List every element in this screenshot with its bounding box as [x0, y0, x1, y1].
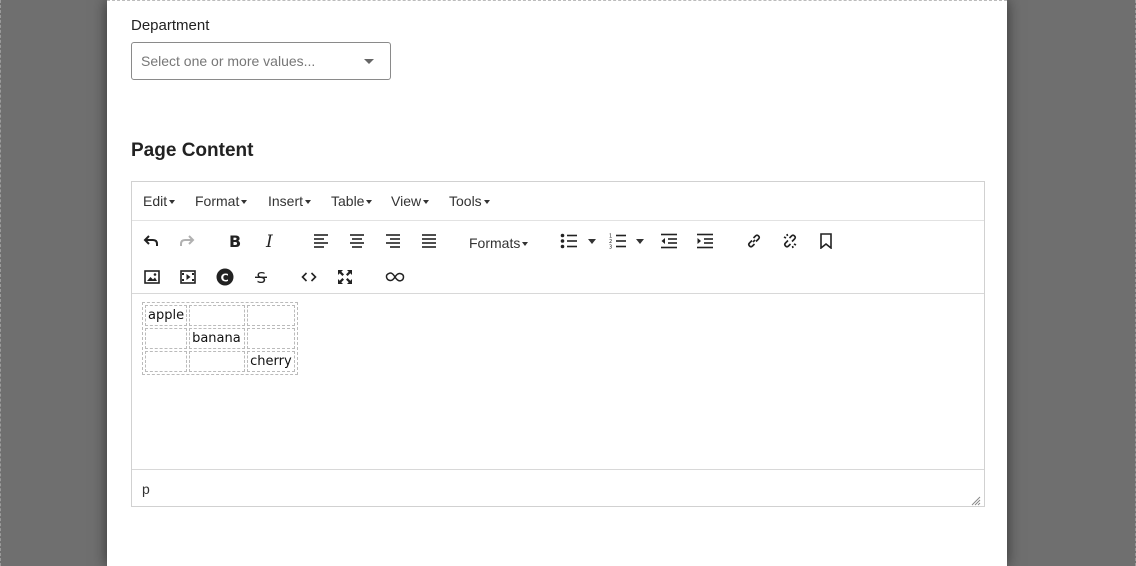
code-icon[interactable] [297, 265, 321, 289]
outdent-icon[interactable] [657, 229, 681, 253]
menu-edit[interactable]: Edit [143, 193, 176, 209]
table-cell[interactable]: apple [145, 305, 188, 326]
department-label: Department [131, 17, 210, 34]
menu-format[interactable]: Format [195, 193, 248, 209]
menu-format-label: Format [195, 193, 240, 209]
unlink-icon[interactable] [778, 229, 802, 253]
redo-icon[interactable] [175, 229, 199, 253]
department-placeholder: Select one or more values... [141, 53, 316, 69]
table-cell[interactable] [247, 305, 295, 326]
italic-icon[interactable]: I [259, 229, 283, 253]
modal-top-border [107, 0, 1007, 1]
media-icon[interactable] [176, 265, 200, 289]
table-row: banana [145, 328, 295, 349]
editor-menubar: Edit Format Insert Table View Tools [132, 182, 984, 221]
table-row: apple [145, 305, 295, 326]
bullet-list-options-caret[interactable] [587, 229, 597, 253]
link-icon[interactable] [742, 229, 766, 253]
menu-insert[interactable]: Insert [268, 193, 312, 209]
editor-toolbar: B I Formats 123 C S [132, 221, 984, 294]
numbered-list-options-caret[interactable] [635, 229, 645, 253]
strikethrough-icon[interactable]: S [249, 265, 273, 289]
svg-text:C: C [221, 271, 229, 284]
bullet-list-icon[interactable] [557, 229, 581, 253]
infinity-icon[interactable] [383, 265, 407, 289]
menu-tools-label: Tools [449, 193, 482, 209]
page-content-title: Page Content [131, 140, 254, 161]
editor-statusbar: p [132, 469, 984, 506]
svg-text:3: 3 [609, 245, 612, 250]
menu-tools[interactable]: Tools [449, 193, 490, 209]
content-table[interactable]: apple banana cherry [142, 302, 298, 375]
rich-text-editor: Edit Format Insert Table View Tools B I [131, 181, 985, 507]
undo-icon[interactable] [139, 229, 163, 253]
caret-down-icon [522, 242, 529, 247]
image-icon[interactable] [140, 265, 164, 289]
menu-table-label: Table [331, 193, 365, 209]
department-select[interactable]: Select one or more values... [131, 42, 391, 80]
caret-down-icon [423, 200, 430, 205]
align-center-icon[interactable] [345, 229, 369, 253]
resize-handle-icon[interactable] [971, 493, 981, 506]
bold-icon[interactable]: B [223, 229, 247, 253]
bookmark-icon[interactable] [814, 229, 838, 253]
table-cell[interactable] [145, 328, 188, 349]
table-cell[interactable] [189, 351, 246, 372]
menu-view[interactable]: View [391, 193, 430, 209]
menu-view-label: View [391, 193, 422, 209]
table-cell[interactable] [189, 305, 246, 326]
align-right-icon[interactable] [381, 229, 405, 253]
caret-down-icon [305, 200, 312, 205]
modal-dialog: Department Select one or more values... … [107, 0, 1007, 566]
table-row: cherry [145, 351, 295, 372]
caret-down-icon [241, 200, 248, 205]
element-path[interactable]: p [142, 481, 150, 497]
formats-label: Formats [469, 235, 521, 251]
fullscreen-icon[interactable] [333, 265, 357, 289]
align-left-icon[interactable] [309, 229, 333, 253]
align-justify-icon[interactable] [417, 229, 441, 253]
chevron-down-icon [364, 59, 374, 64]
table-cell[interactable]: banana [189, 328, 246, 349]
menu-edit-label: Edit [143, 193, 168, 209]
editor-content-area[interactable]: apple banana cherry [132, 294, 984, 469]
menu-insert-label: Insert [268, 193, 304, 209]
caret-down-icon [169, 200, 176, 205]
menu-table[interactable]: Table [331, 193, 373, 209]
numbered-list-icon[interactable]: 123 [606, 229, 630, 253]
table-cell[interactable] [247, 328, 295, 349]
formats-dropdown[interactable]: Formats [469, 235, 529, 251]
table-cell[interactable] [145, 351, 188, 372]
caret-down-icon [483, 200, 490, 205]
copyright-icon[interactable]: C [213, 265, 237, 289]
svg-text:B: B [229, 233, 241, 249]
table-cell[interactable]: cherry [247, 351, 295, 372]
caret-down-icon [366, 200, 373, 205]
indent-icon[interactable] [693, 229, 717, 253]
svg-text:I: I [265, 233, 273, 249]
